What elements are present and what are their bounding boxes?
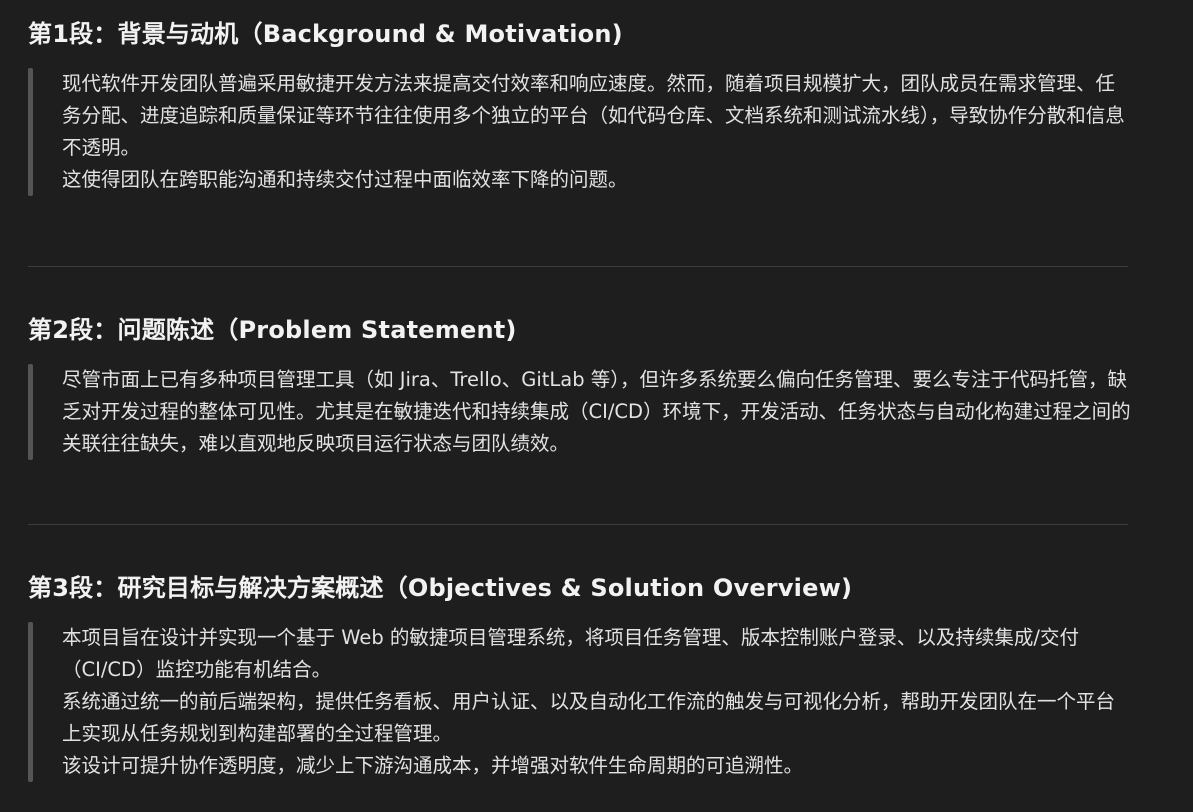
blockquote-bar xyxy=(28,364,33,460)
blockquote: 尽管市面上已有多种项目管理工具（如 Jira、Trello、GitLab 等），… xyxy=(28,364,1133,460)
paragraph: 该设计可提升协作透明度，减少上下游沟通成本，并增强对软件生命周期的可追溯性。 xyxy=(62,754,804,777)
section-problem-statement: 第2段：问题陈述（Problem Statement) 尽管市面上已有多种项目管… xyxy=(0,310,1193,460)
section-heading: 第1段：背景与动机（Background & Motivation) xyxy=(28,20,623,48)
blockquote: 现代软件开发团队普遍采用敏捷开发方法来提高交付效率和响应速度。然而，随着项目规模… xyxy=(28,68,1133,196)
paragraph: 尽管市面上已有多种项目管理工具（如 Jira、Trello、GitLab 等），… xyxy=(62,368,1131,455)
section-objectives-solution: 第3段：研究目标与解决方案概述（Objectives & Solution Ov… xyxy=(0,568,1193,782)
document: 第1段：背景与动机（Background & Motivation) 现代软件开… xyxy=(0,0,1193,812)
horizontal-rule xyxy=(28,524,1128,525)
paragraph: 系统通过统一的前后端架构，提供任务看板、用户认证、以及自动化工作流的触发与可视化… xyxy=(62,690,1116,745)
paragraph: 现代软件开发团队普遍采用敏捷开发方法来提高交付效率和响应速度。然而，随着项目规模… xyxy=(62,72,1125,159)
section-heading: 第3段：研究目标与解决方案概述（Objectives & Solution Ov… xyxy=(28,574,853,602)
section-background-motivation: 第1段：背景与动机（Background & Motivation) 现代软件开… xyxy=(0,14,1193,196)
blockquote-bar xyxy=(28,68,33,196)
paragraph: 这使得团队在跨职能沟通和持续交付过程中面临效率下降的问题。 xyxy=(62,168,628,191)
horizontal-rule xyxy=(28,266,1128,267)
blockquote: 本项目旨在设计并实现一个基于 Web 的敏捷项目管理系统，将项目任务管理、版本控… xyxy=(28,622,1133,782)
blockquote-bar xyxy=(28,622,33,782)
paragraph: 本项目旨在设计并实现一个基于 Web 的敏捷项目管理系统，将项目任务管理、版本控… xyxy=(62,626,1079,681)
section-heading: 第2段：问题陈述（Problem Statement) xyxy=(28,316,517,344)
